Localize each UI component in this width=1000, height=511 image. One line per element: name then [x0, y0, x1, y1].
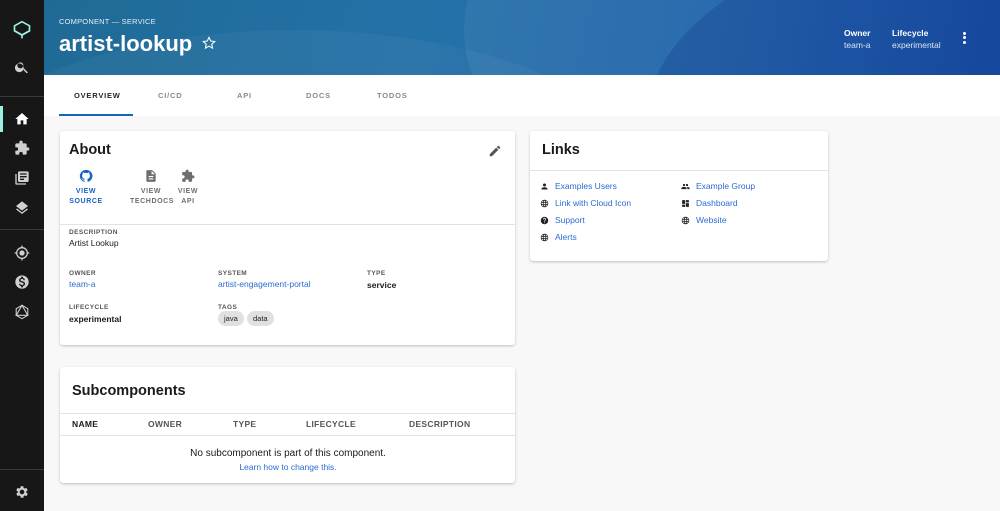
link-label: Examples Users [555, 181, 617, 191]
sidebar [0, 0, 44, 511]
home-icon[interactable] [12, 109, 32, 129]
main-content: About VIEW SOURCE VIEW TECHDOCS VIEW API… [44, 116, 1000, 511]
type-label: TYPE [367, 270, 386, 277]
dollar-icon[interactable] [12, 272, 32, 292]
star-icon[interactable] [201, 35, 217, 51]
layers-icon[interactable] [12, 198, 32, 218]
link-dashboard[interactable]: Dashboard [681, 198, 738, 208]
target-icon[interactable] [12, 243, 32, 263]
settings-icon[interactable] [12, 482, 32, 502]
link-label: Website [696, 215, 727, 225]
entity-kind: COMPONENT — SERVICE [59, 17, 156, 26]
link-label: Example Group [696, 181, 756, 191]
library-icon[interactable] [12, 168, 32, 188]
puzzle-icon[interactable] [12, 138, 32, 158]
owner-label: Owner [844, 28, 871, 38]
lifecycle-field-value: experimental [69, 314, 122, 324]
system-label: SYSTEM [218, 270, 248, 277]
globe-icon [681, 216, 690, 224]
about-divider [60, 224, 515, 225]
link-label: Support [555, 215, 585, 225]
page-header: COMPONENT — SERVICE artist-lookup Owner … [44, 0, 1000, 75]
about-card: About VIEW SOURCE VIEW TECHDOCS VIEW API… [60, 131, 515, 345]
table-header-divider [60, 435, 515, 436]
puzzle-icon [182, 169, 195, 182]
tab-todos[interactable]: TODOS [377, 91, 408, 100]
view-source-line2: SOURCE [69, 197, 103, 205]
tab-api[interactable]: API [237, 91, 252, 100]
link-label: Dashboard [696, 198, 738, 208]
dashboard-icon [682, 199, 689, 207]
link-examples-users[interactable]: Examples Users [540, 181, 617, 191]
tag-chip: data [247, 311, 274, 326]
description-label: DESCRIPTION [69, 229, 118, 236]
person-icon [541, 183, 548, 189]
link-alerts[interactable]: Alerts [540, 232, 577, 242]
page-title: artist-lookup [59, 31, 193, 56]
owner-value: team-a [844, 40, 871, 50]
more-menu-icon[interactable] [960, 30, 968, 46]
search-icon[interactable] [12, 57, 32, 77]
description-value: Artist Lookup [69, 238, 119, 248]
link-example-group[interactable]: Example Group [681, 181, 755, 191]
column-header-owner[interactable]: OWNER [148, 419, 182, 429]
owner-link[interactable]: team-a [69, 279, 95, 289]
table-top-divider [60, 413, 515, 414]
logo-icon[interactable] [12, 20, 32, 40]
view-api-line1: VIEW [177, 188, 199, 195]
owner-field-label: OWNER [69, 270, 96, 277]
lifecycle-value: experimental [892, 40, 941, 50]
sidebar-active-indicator [0, 106, 3, 132]
help-icon [540, 216, 549, 224]
lifecycle-field-label: LIFECYCLE [69, 304, 109, 311]
globe-icon [540, 233, 549, 241]
tab-cicd[interactable]: CI/CD [158, 91, 182, 100]
type-value: service [367, 280, 397, 290]
tab-docs[interactable]: DOCS [306, 91, 331, 100]
links-card: Links Examples Users Example Group Link … [530, 131, 828, 261]
sidebar-divider [0, 96, 44, 97]
view-techdocs-button[interactable]: VIEW TECHDOCS [130, 169, 175, 206]
view-api-button[interactable]: VIEW API [176, 169, 200, 206]
globe-icon [540, 199, 549, 207]
links-title: Links [542, 142, 580, 158]
column-header-name[interactable]: NAME [72, 419, 98, 429]
doc-icon [146, 170, 156, 182]
header-lifecycle: Lifecycle experimental [892, 28, 941, 50]
view-source-line1: VIEW [75, 188, 97, 195]
link-cloud-icon[interactable]: Link with Cloud Icon [540, 198, 631, 208]
link-label: Alerts [555, 232, 577, 242]
subcomponents-title: Subcomponents [72, 383, 186, 399]
view-techdocs-line2: TECHDOCS [130, 197, 175, 205]
github-icon [79, 169, 93, 182]
view-techdocs-line1: VIEW [140, 188, 162, 195]
sidebar-divider [0, 229, 44, 230]
system-link[interactable]: artist-engagement-portal [218, 279, 311, 289]
subcomponents-card: Subcomponents NAME OWNER TYPE LIFECYCLE … [60, 367, 515, 483]
group-icon [681, 183, 690, 189]
tab-overview[interactable]: OVERVIEW [74, 91, 121, 100]
learn-more-link[interactable]: Learn how to change this. [60, 462, 516, 472]
link-website[interactable]: Website [681, 215, 727, 225]
header-owner: Owner team-a [844, 28, 870, 50]
lifecycle-label: Lifecycle [892, 28, 929, 38]
link-support[interactable]: Support [540, 215, 585, 225]
tags-label: TAGS [218, 304, 238, 311]
view-source-button[interactable]: VIEW SOURCE [69, 169, 103, 206]
links-divider [530, 170, 828, 171]
about-title: About [69, 142, 111, 158]
sidebar-divider [0, 469, 44, 470]
graphql-icon[interactable] [12, 302, 32, 322]
edit-icon[interactable] [488, 144, 502, 158]
column-header-type[interactable]: TYPE [233, 419, 256, 429]
column-header-lifecycle[interactable]: LIFECYCLE [306, 419, 356, 429]
link-label: Link with Cloud Icon [555, 198, 632, 208]
view-api-line2: API [181, 197, 195, 205]
tab-bar: OVERVIEW CI/CD API DOCS TODOS [44, 75, 1000, 116]
column-header-description[interactable]: DESCRIPTION [409, 419, 470, 429]
empty-state-message: No subcomponent is part of this componen… [190, 448, 386, 459]
tag-chip: java [218, 311, 244, 326]
